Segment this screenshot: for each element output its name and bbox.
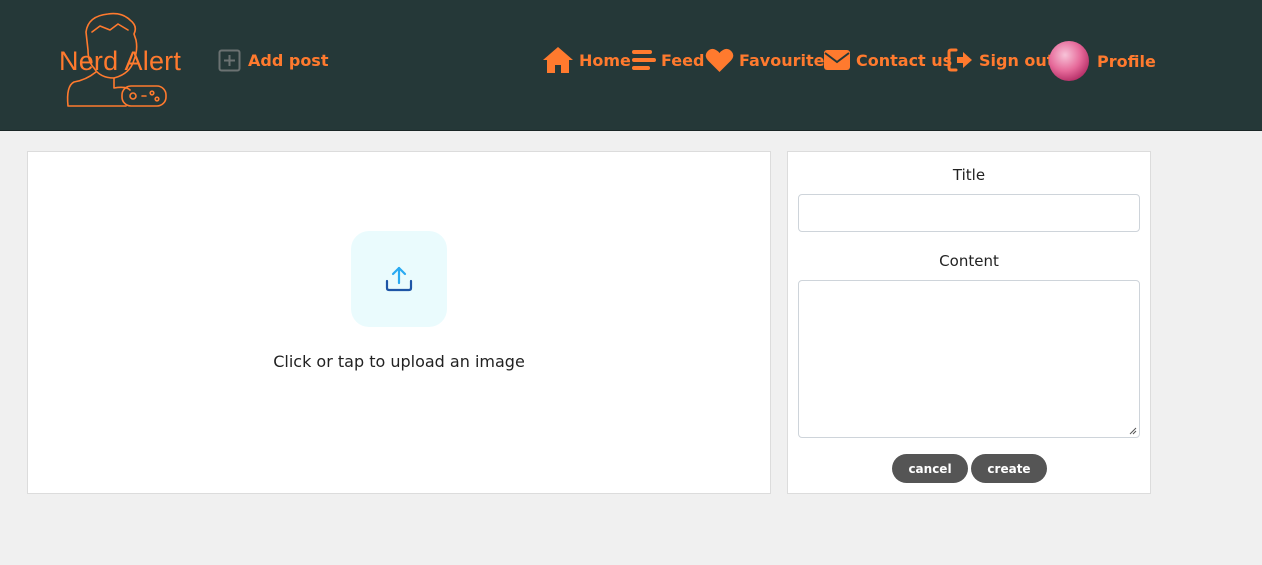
nav-home[interactable]: Home bbox=[542, 44, 631, 76]
resize-grip-icon[interactable] bbox=[1129, 427, 1137, 435]
nav-contact[interactable]: Contact us bbox=[823, 44, 952, 76]
create-button[interactable]: create bbox=[971, 454, 1047, 483]
nav-profile-label: Profile bbox=[1097, 51, 1156, 71]
cancel-button[interactable]: cancel bbox=[892, 454, 968, 483]
logo-wordmark: Nerd Alert bbox=[59, 46, 182, 76]
sign-out-icon bbox=[947, 48, 972, 72]
add-post-label: Add post bbox=[248, 50, 329, 70]
nav-favourites[interactable]: Favourites bbox=[705, 44, 834, 76]
image-upload-card: Click or tap to upload an image bbox=[27, 151, 771, 494]
upload-prompt[interactable]: Click or tap to upload an image bbox=[28, 352, 770, 371]
upload-button[interactable] bbox=[351, 231, 447, 327]
nav-sign-out[interactable]: Sign out bbox=[946, 44, 1054, 76]
navbar: Nerd Alert Add post Home Feed Favourites bbox=[0, 0, 1262, 131]
content-textarea[interactable] bbox=[798, 280, 1140, 438]
upload-icon bbox=[385, 266, 413, 292]
home-icon bbox=[543, 47, 573, 73]
nav-profile[interactable]: Profile bbox=[1049, 41, 1156, 81]
title-input[interactable] bbox=[798, 194, 1140, 232]
nav-contact-label: Contact us bbox=[856, 50, 953, 70]
nav-favourites-label: Favourites bbox=[739, 50, 834, 70]
nav-feed-label: Feed bbox=[661, 50, 705, 70]
post-form-card: Title Content cancel create bbox=[787, 151, 1151, 494]
content-label: Content bbox=[939, 252, 999, 270]
nav-feed[interactable]: Feed bbox=[630, 44, 704, 76]
avatar bbox=[1049, 41, 1089, 81]
brand-logo[interactable]: Nerd Alert bbox=[56, 10, 182, 110]
heart-icon bbox=[705, 48, 734, 72]
feed-icon bbox=[632, 50, 656, 70]
nav-home-label: Home bbox=[579, 50, 631, 70]
nav-sign-out-label: Sign out bbox=[979, 50, 1055, 70]
title-label: Title bbox=[952, 166, 986, 184]
envelope-icon bbox=[824, 50, 850, 70]
plus-square-icon bbox=[218, 49, 241, 71]
add-post-link[interactable]: Add post bbox=[218, 48, 328, 72]
